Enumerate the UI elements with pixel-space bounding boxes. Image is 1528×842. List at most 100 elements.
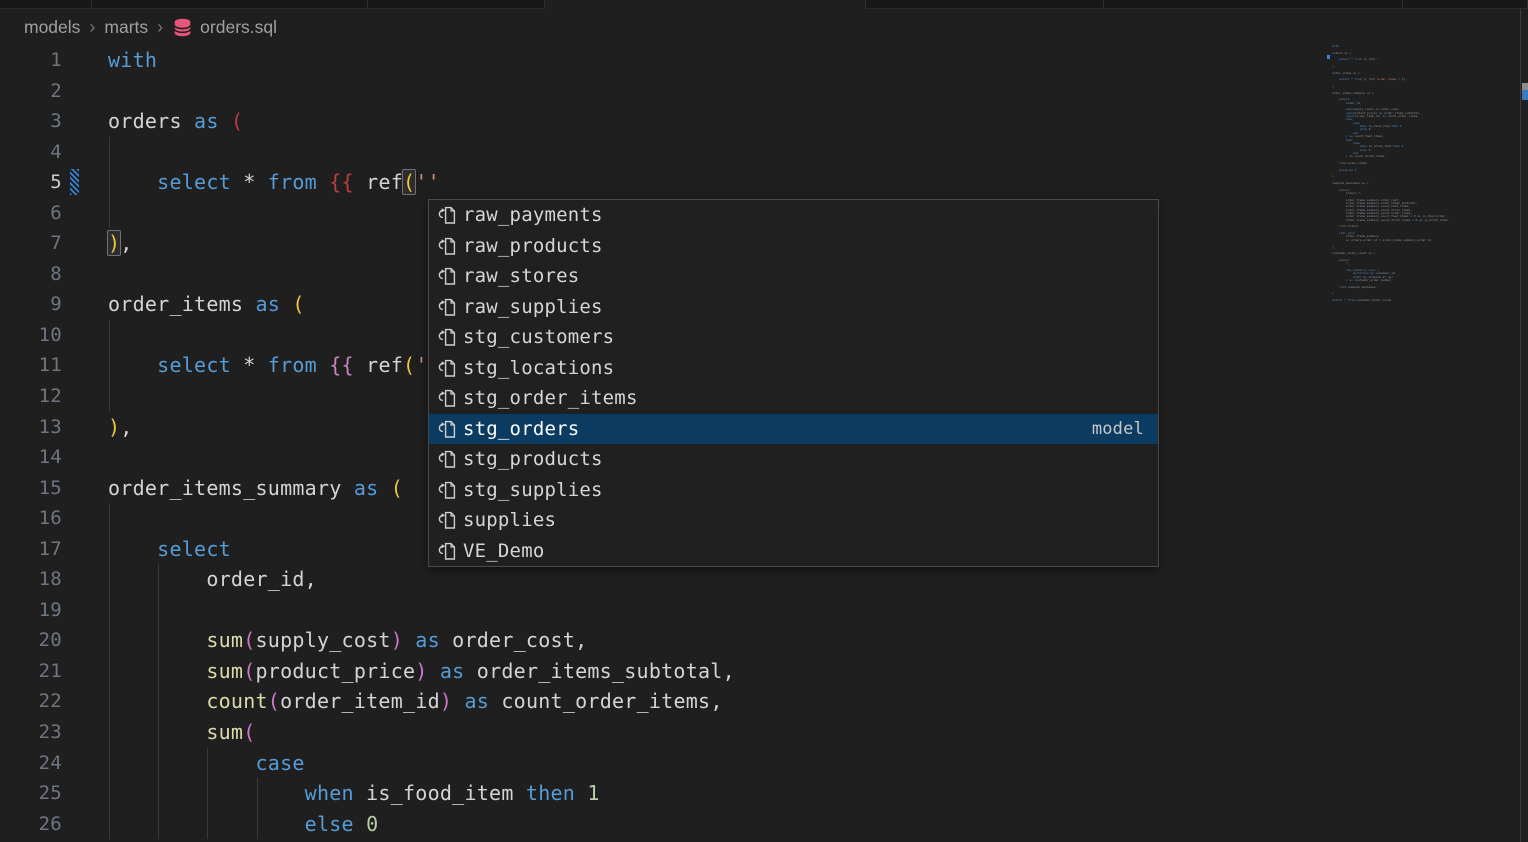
code-token (317, 170, 329, 194)
code-line[interactable]: 19 (0, 595, 1528, 626)
chevron-right-icon: › (89, 17, 95, 38)
code-token: {{ (329, 170, 354, 194)
code-line[interactable]: 3orders as ( (0, 106, 1528, 137)
indent-guide (109, 564, 110, 595)
breadcrumb-item-marts[interactable]: marts (104, 17, 148, 38)
code-token (378, 476, 390, 500)
suggest-item-stg_products[interactable]: stg_products (429, 444, 1158, 475)
line-number: 24 (0, 748, 108, 779)
code-line[interactable]: 23 sum( (0, 717, 1528, 748)
code-token: as (194, 109, 219, 133)
code-token: order_id, (108, 567, 317, 591)
indent-guide (207, 778, 208, 809)
indent-guide (109, 198, 110, 229)
line-number: 25 (0, 778, 108, 809)
tab[interactable] (0, 0, 92, 9)
suggest-item-raw_supplies[interactable]: raw_supplies (429, 292, 1158, 323)
code-line[interactable]: 2 (0, 76, 1528, 107)
indent-guide (109, 167, 110, 198)
line-number: 13 (0, 412, 108, 443)
code-line[interactable]: 26 else 0 (0, 809, 1528, 840)
code-token (317, 353, 329, 377)
tab-bar (0, 0, 1528, 9)
code-token: ) (415, 659, 427, 683)
indent-guide (158, 778, 159, 809)
suggest-item-stg_customers[interactable]: stg_customers (429, 322, 1158, 353)
code-token: 0 (366, 812, 378, 836)
code-token (108, 720, 206, 744)
database-icon (172, 17, 193, 38)
model-file-icon (437, 296, 457, 318)
code-token: * (231, 353, 268, 377)
line-number: 23 (0, 717, 108, 748)
suggest-label: raw_payments (463, 204, 603, 226)
tab[interactable] (1104, 0, 1403, 9)
code-line[interactable]: 22 count(order_item_id) as count_order_i… (0, 686, 1528, 717)
code-line[interactable]: 4 (0, 137, 1528, 168)
minimap[interactable]: with orders as ( select * from {{ ref(''… (1332, 45, 1518, 315)
line-number: 26 (0, 809, 108, 840)
breadcrumb-item-file[interactable]: orders.sql (172, 16, 277, 38)
code-line[interactable]: 18 order_id, (0, 564, 1528, 595)
indent-guide (207, 809, 208, 840)
tab[interactable] (866, 0, 1104, 9)
code-token: 1 (587, 781, 599, 805)
suggest-item-supplies[interactable]: supplies (429, 505, 1158, 536)
code-token (108, 537, 157, 561)
code-token: count_order_items, (489, 689, 723, 713)
code-token: ( (231, 109, 243, 133)
model-file-icon (437, 448, 457, 470)
indent-guide (158, 717, 159, 748)
suggest-item-stg_orders[interactable]: stg_ordersmodel (429, 414, 1158, 445)
suggest-label: supplies (463, 509, 556, 531)
code-line[interactable]: 21 sum(product_price) as order_items_sub… (0, 656, 1528, 687)
suggest-label: VE_Demo (463, 540, 544, 562)
suggest-detail: model (1092, 419, 1158, 439)
code-line[interactable]: 25 when is_food_item then 1 (0, 778, 1528, 809)
tab[interactable] (92, 0, 368, 9)
code-token: as (256, 292, 281, 316)
suggest-item-stg_supplies[interactable]: stg_supplies (429, 475, 1158, 506)
tab[interactable] (545, 0, 866, 9)
breadcrumb-item-models[interactable]: models (24, 17, 80, 38)
code-token: else (305, 812, 354, 836)
code-line[interactable]: 20 sum(supply_cost) as order_cost, (0, 625, 1528, 656)
suggest-label: stg_locations (463, 357, 614, 379)
line-number: 11 (0, 350, 108, 381)
suggest-item-raw_products[interactable]: raw_products (429, 231, 1158, 262)
model-file-icon (437, 265, 457, 287)
code-token (403, 628, 415, 652)
code-token: select (157, 353, 231, 377)
suggest-item-VE_Demo[interactable]: VE_Demo (429, 536, 1158, 567)
code-token: ) (391, 628, 403, 652)
code-token: then (526, 781, 575, 805)
code-token: ( (403, 353, 415, 377)
suggest-item-raw_payments[interactable]: raw_payments (429, 200, 1158, 231)
code-token: case (256, 751, 305, 775)
code-line[interactable]: 1with (0, 45, 1528, 76)
code-token: from (268, 353, 317, 377)
code-token: order_items (108, 292, 256, 316)
breadcrumb-filename: orders.sql (200, 17, 277, 38)
code-line[interactable]: 24 case (0, 748, 1528, 779)
indent-guide (109, 717, 110, 748)
tab[interactable] (1403, 0, 1528, 9)
indent-guide (158, 809, 159, 840)
tab[interactable] (368, 0, 545, 9)
suggest-item-stg_locations[interactable]: stg_locations (429, 353, 1158, 384)
code-token: is_food_item (354, 781, 526, 805)
indent-guide (109, 350, 110, 381)
line-number: 18 (0, 564, 108, 595)
suggest-widget: raw_payments raw_products raw_stores raw… (428, 199, 1159, 567)
indent-guide (257, 778, 258, 809)
code-token: ) (108, 415, 120, 439)
code-token (428, 659, 440, 683)
line-number: 12 (0, 381, 108, 412)
code-token: from (268, 170, 317, 194)
code-line[interactable]: 5 select * from {{ ref('' (0, 167, 1528, 198)
suggest-item-stg_order_items[interactable]: stg_order_items (429, 383, 1158, 414)
code-token: ( (243, 720, 255, 744)
suggest-item-raw_stores[interactable]: raw_stores (429, 261, 1158, 292)
model-file-icon (437, 540, 457, 562)
model-file-icon (437, 418, 457, 440)
